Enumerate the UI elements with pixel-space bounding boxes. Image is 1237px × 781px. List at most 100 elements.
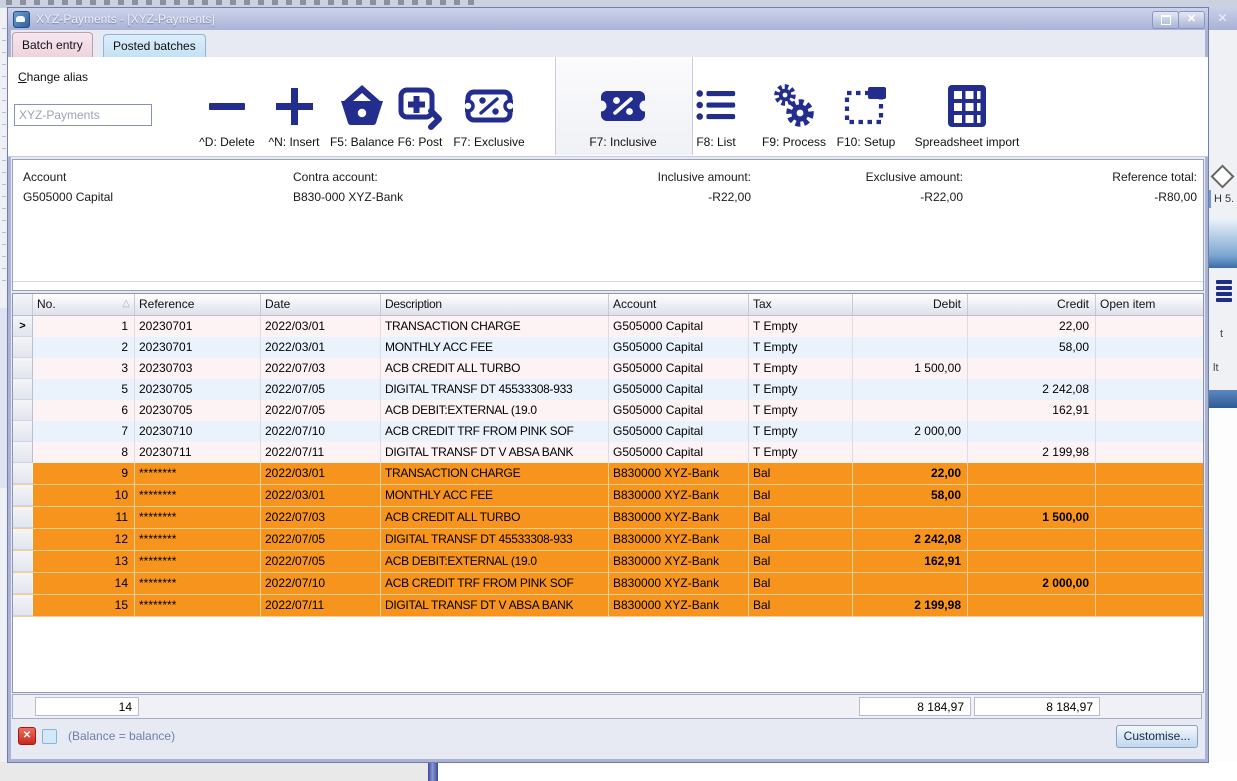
table-row[interactable]: 5 20230705 2022/07/05 DIGITAL TRANSF DT … bbox=[13, 379, 1203, 400]
cell-tax[interactable]: T Empty bbox=[749, 421, 853, 442]
cell-open-item[interactable] bbox=[1096, 358, 1203, 379]
cell-description[interactable]: ACB DEBIT:EXTERNAL (19.0 bbox=[381, 400, 609, 421]
list-button[interactable]: F8: List bbox=[688, 61, 744, 153]
cell-account[interactable]: G505000 Capital bbox=[609, 379, 749, 400]
cell-no[interactable]: 9 bbox=[33, 463, 135, 484]
cell-date[interactable]: 2022/07/05 bbox=[261, 379, 381, 400]
cell-debit[interactable]: 162,91 bbox=[853, 551, 968, 572]
cell-debit[interactable]: 2 000,00 bbox=[853, 421, 968, 442]
row-selector[interactable] bbox=[13, 400, 33, 421]
cell-tax[interactable]: Bal bbox=[749, 463, 853, 484]
cell-credit[interactable] bbox=[968, 595, 1096, 616]
cell-account[interactable]: G505000 Capital bbox=[609, 358, 749, 379]
cell-date[interactable]: 2022/07/10 bbox=[261, 573, 381, 594]
cell-date[interactable]: 2022/07/05 bbox=[261, 400, 381, 421]
exclusive-button[interactable]: F7: Exclusive bbox=[449, 61, 529, 153]
cell-debit[interactable] bbox=[853, 442, 968, 463]
cell-no[interactable]: 12 bbox=[33, 529, 135, 550]
cell-description[interactable]: ACB CREDIT TRF FROM PINK SOF bbox=[381, 421, 609, 442]
cell-reference[interactable]: 20230701 bbox=[135, 337, 261, 358]
cell-no[interactable]: 15 bbox=[33, 595, 135, 616]
cell-open-item[interactable] bbox=[1096, 595, 1203, 616]
cell-date[interactable]: 2022/03/01 bbox=[261, 337, 381, 358]
cell-tax[interactable]: T Empty bbox=[749, 337, 853, 358]
cell-debit[interactable]: 58,00 bbox=[853, 485, 968, 506]
cell-date[interactable]: 2022/03/01 bbox=[261, 316, 381, 337]
cell-no[interactable]: 8 bbox=[33, 442, 135, 463]
cell-credit[interactable]: 22,00 bbox=[968, 316, 1096, 337]
cell-debit[interactable]: 22,00 bbox=[853, 463, 968, 484]
cell-debit[interactable]: 2 199,98 bbox=[853, 595, 968, 616]
delete-button[interactable]: ^D: Delete bbox=[195, 61, 259, 153]
cell-tax[interactable]: T Empty bbox=[749, 379, 853, 400]
table-row[interactable]: 14 ******** 2022/07/10 ACB CREDIT TRF FR… bbox=[13, 573, 1203, 595]
cell-tax[interactable]: Bal bbox=[749, 573, 853, 594]
cell-date[interactable]: 2022/07/03 bbox=[261, 358, 381, 379]
cell-description[interactable]: ACB CREDIT TRF FROM PINK SOF bbox=[381, 573, 609, 594]
row-selector[interactable] bbox=[13, 595, 33, 616]
cell-credit[interactable] bbox=[968, 463, 1096, 484]
cell-open-item[interactable] bbox=[1096, 529, 1203, 550]
inclusive-button[interactable]: F7: Inclusive bbox=[555, 61, 691, 153]
cell-reference[interactable]: 20230703 bbox=[135, 358, 261, 379]
tab-posted-batches[interactable]: Posted batches bbox=[103, 34, 206, 57]
row-selector[interactable] bbox=[13, 507, 33, 528]
cell-date[interactable]: 2022/03/01 bbox=[261, 485, 381, 506]
cell-credit[interactable]: 2 199,98 bbox=[968, 442, 1096, 463]
cell-no[interactable]: 10 bbox=[33, 485, 135, 506]
cell-tax[interactable]: Bal bbox=[749, 485, 853, 506]
restore-button[interactable] bbox=[1152, 11, 1179, 29]
cell-reference[interactable]: ******** bbox=[135, 485, 261, 506]
table-row[interactable]: 10 ******** 2022/03/01 MONTHLY ACC FEE B… bbox=[13, 485, 1203, 507]
row-selector[interactable] bbox=[13, 551, 33, 572]
cell-no[interactable]: 7 bbox=[33, 421, 135, 442]
cell-date[interactable]: 2022/03/01 bbox=[261, 463, 381, 484]
table-row[interactable]: > 1 20230701 2022/03/01 TRANSACTION CHAR… bbox=[13, 316, 1203, 337]
cell-tax[interactable]: T Empty bbox=[749, 442, 853, 463]
cell-debit[interactable] bbox=[853, 379, 968, 400]
alias-input[interactable] bbox=[14, 104, 152, 126]
cell-reference[interactable]: 20230705 bbox=[135, 400, 261, 421]
cell-description[interactable]: ACB CREDIT ALL TURBO bbox=[381, 507, 609, 528]
cell-open-item[interactable] bbox=[1096, 337, 1203, 358]
cell-account[interactable]: B830000 XYZ-Bank bbox=[609, 529, 749, 550]
cell-credit[interactable]: 2 000,00 bbox=[968, 573, 1096, 594]
header-credit[interactable]: Credit bbox=[968, 294, 1096, 315]
table-row[interactable]: 9 ******** 2022/03/01 TRANSACTION CHARGE… bbox=[13, 463, 1203, 485]
spreadsheet-import-button[interactable]: Spreadsheet import bbox=[908, 61, 1026, 153]
cell-account[interactable]: G505000 Capital bbox=[609, 316, 749, 337]
post-button[interactable]: F6: Post bbox=[392, 61, 448, 153]
cell-no[interactable]: 11 bbox=[33, 507, 135, 528]
cell-credit[interactable] bbox=[968, 551, 1096, 572]
customise-button[interactable]: Customise... bbox=[1116, 725, 1198, 748]
header-no[interactable]: No.△ bbox=[33, 294, 135, 315]
cell-open-item[interactable] bbox=[1096, 421, 1203, 442]
cell-reference[interactable]: 20230705 bbox=[135, 379, 261, 400]
cell-tax[interactable]: Bal bbox=[749, 507, 853, 528]
cell-no[interactable]: 2 bbox=[33, 337, 135, 358]
header-description[interactable]: Description bbox=[381, 294, 609, 315]
row-selector[interactable] bbox=[13, 573, 33, 594]
cell-open-item[interactable] bbox=[1096, 573, 1203, 594]
cell-credit[interactable] bbox=[968, 358, 1096, 379]
cell-tax[interactable]: Bal bbox=[749, 595, 853, 616]
table-row[interactable]: 11 ******** 2022/07/03 ACB CREDIT ALL TU… bbox=[13, 507, 1203, 529]
title-bar[interactable]: XYZ-Payments - [XYZ-Payments] ✕ bbox=[8, 8, 1208, 30]
cell-open-item[interactable] bbox=[1096, 463, 1203, 484]
cell-credit[interactable]: 2 242,08 bbox=[968, 379, 1096, 400]
cell-debit[interactable] bbox=[853, 573, 968, 594]
cell-credit[interactable] bbox=[968, 529, 1096, 550]
cell-description[interactable]: MONTHLY ACC FEE bbox=[381, 337, 609, 358]
cell-description[interactable]: TRANSACTION CHARGE bbox=[381, 463, 609, 484]
process-button[interactable]: F9: Process bbox=[756, 61, 832, 153]
cell-open-item[interactable] bbox=[1096, 400, 1203, 421]
cell-date[interactable]: 2022/07/11 bbox=[261, 442, 381, 463]
row-selector[interactable] bbox=[13, 379, 33, 400]
cell-description[interactable]: MONTHLY ACC FEE bbox=[381, 485, 609, 506]
balance-button[interactable]: F5: Balance bbox=[325, 61, 399, 153]
cell-description[interactable]: DIGITAL TRANSF DT V ABSA BANK bbox=[381, 595, 609, 616]
cell-debit[interactable] bbox=[853, 337, 968, 358]
row-selector[interactable] bbox=[13, 442, 33, 463]
setup-button[interactable]: F10: Setup bbox=[830, 61, 902, 153]
cell-description[interactable]: ACB DEBIT:EXTERNAL (19.0 bbox=[381, 551, 609, 572]
